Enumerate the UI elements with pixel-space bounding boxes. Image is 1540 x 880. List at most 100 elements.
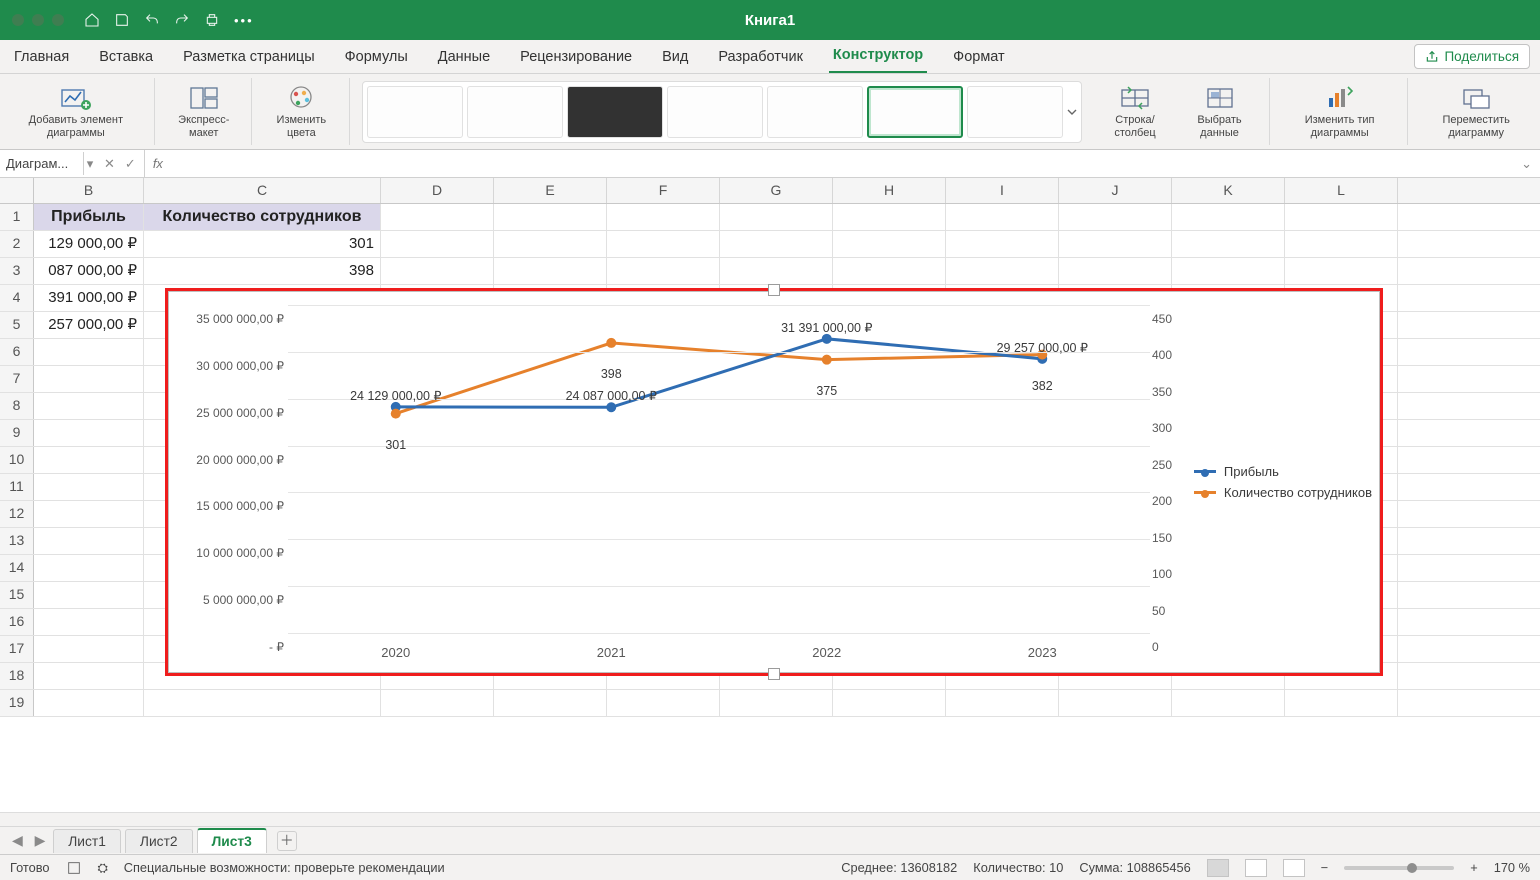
cell[interactable] <box>607 204 720 230</box>
row-header[interactable]: 4 <box>0 285 34 311</box>
col-header-F[interactable]: F <box>607 178 720 203</box>
col-header-K[interactable]: K <box>1172 178 1285 203</box>
cell[interactable] <box>1059 258 1172 284</box>
cell[interactable] <box>720 231 833 257</box>
style-thumb-5[interactable] <box>767 86 863 138</box>
namebox-dropdown-icon[interactable]: ▾ <box>84 156 96 172</box>
tab-view[interactable]: Вид <box>658 43 692 73</box>
cell[interactable] <box>494 690 607 716</box>
sheet-nav-prev-icon[interactable]: ◀ <box>8 833 27 849</box>
cell[interactable] <box>1172 690 1285 716</box>
cell[interactable] <box>1059 204 1172 230</box>
add-chart-element-button[interactable]: Добавить элемент диаграммы <box>8 78 155 145</box>
home-icon[interactable] <box>84 12 100 28</box>
cell[interactable] <box>34 366 144 392</box>
cell[interactable] <box>34 555 144 581</box>
row-header[interactable]: 5 <box>0 312 34 338</box>
switch-row-col-button[interactable]: Строка/столбец <box>1098 78 1172 145</box>
cell[interactable] <box>1285 231 1398 257</box>
cell[interactable] <box>34 609 144 635</box>
style-thumb-6-selected[interactable] <box>867 86 963 138</box>
accessibility-icon[interactable]: ⛭ <box>98 860 108 876</box>
tab-chart-design[interactable]: Конструктор <box>829 41 927 73</box>
zoom-in-button[interactable]: + <box>1470 860 1477 875</box>
row-header[interactable]: 8 <box>0 393 34 419</box>
cell[interactable] <box>34 690 144 716</box>
cell[interactable]: Прибыль <box>34 204 144 230</box>
cell[interactable] <box>34 636 144 662</box>
cell[interactable] <box>833 258 946 284</box>
sheet-tab-1[interactable]: Лист1 <box>53 829 121 853</box>
chart-object[interactable]: - ₽5 000 000,00 ₽10 000 000,00 ₽15 000 0… <box>165 288 1383 676</box>
cell[interactable] <box>494 258 607 284</box>
cell[interactable] <box>1059 690 1172 716</box>
redo-icon[interactable] <box>174 12 190 28</box>
change-colors-button[interactable]: Изменить цвета <box>264 78 350 145</box>
row-header[interactable]: 19 <box>0 690 34 716</box>
style-thumb-3[interactable] <box>567 86 663 138</box>
zoom-slider[interactable] <box>1344 866 1454 870</box>
cell[interactable] <box>946 204 1059 230</box>
cell[interactable] <box>833 690 946 716</box>
cell[interactable]: 257 000,00 ₽ <box>34 312 144 338</box>
cancel-icon[interactable]: ✕ <box>104 156 115 172</box>
view-page-layout-button[interactable] <box>1245 859 1267 877</box>
cell[interactable] <box>720 204 833 230</box>
name-box[interactable]: Диаграм... <box>0 152 84 175</box>
cell[interactable] <box>494 231 607 257</box>
tab-data[interactable]: Данные <box>434 43 494 73</box>
accessibility-text[interactable]: Специальные возможности: проверьте реком… <box>124 860 445 875</box>
tab-insert[interactable]: Вставка <box>95 43 157 73</box>
cell[interactable] <box>34 447 144 473</box>
col-header-G[interactable]: G <box>720 178 833 203</box>
cell[interactable] <box>34 528 144 554</box>
cell[interactable] <box>833 204 946 230</box>
chart-styles-gallery[interactable] <box>362 81 1082 143</box>
cell[interactable] <box>381 258 494 284</box>
cell[interactable] <box>607 258 720 284</box>
cell[interactable]: 301 <box>144 231 381 257</box>
horizontal-scrollbar[interactable] <box>0 812 1540 826</box>
min-dot[interactable] <box>32 14 44 26</box>
cell[interactable] <box>1172 204 1285 230</box>
cell[interactable] <box>946 690 1059 716</box>
quick-layout-button[interactable]: Экспресс-макет <box>167 78 252 145</box>
row-header[interactable]: 10 <box>0 447 34 473</box>
add-sheet-button[interactable]: ＋ <box>277 831 297 851</box>
col-header-J[interactable]: J <box>1059 178 1172 203</box>
style-thumb-1[interactable] <box>367 86 463 138</box>
cell[interactable] <box>34 663 144 689</box>
cell[interactable] <box>1285 690 1398 716</box>
cell[interactable] <box>144 690 381 716</box>
cell[interactable]: 391 000,00 ₽ <box>34 285 144 311</box>
view-page-break-button[interactable] <box>1283 859 1305 877</box>
gallery-more-icon[interactable] <box>1067 107 1077 117</box>
cell[interactable] <box>34 474 144 500</box>
tab-chart-format[interactable]: Формат <box>949 43 1009 73</box>
row-header[interactable]: 2 <box>0 231 34 257</box>
style-thumb-2[interactable] <box>467 86 563 138</box>
close-dot[interactable] <box>12 14 24 26</box>
cell[interactable] <box>1059 231 1172 257</box>
cell[interactable] <box>34 339 144 365</box>
row-header[interactable]: 3 <box>0 258 34 284</box>
col-header-L[interactable]: L <box>1285 178 1398 203</box>
sheet-tab-3[interactable]: Лист3 <box>197 828 267 853</box>
col-header-B[interactable]: B <box>34 178 144 203</box>
col-header-D[interactable]: D <box>381 178 494 203</box>
col-header-C[interactable]: C <box>144 178 381 203</box>
move-chart-button[interactable]: Переместить диаграмму <box>1420 78 1532 145</box>
cell[interactable]: 129 000,00 ₽ <box>34 231 144 257</box>
row-header[interactable]: 6 <box>0 339 34 365</box>
cell[interactable] <box>1172 231 1285 257</box>
cell[interactable]: 398 <box>144 258 381 284</box>
cell[interactable] <box>381 690 494 716</box>
style-thumb-7[interactable] <box>967 86 1063 138</box>
cell[interactable] <box>34 501 144 527</box>
view-normal-button[interactable] <box>1207 859 1229 877</box>
row-header[interactable]: 14 <box>0 555 34 581</box>
col-header-E[interactable]: E <box>494 178 607 203</box>
formula-expand-icon[interactable]: ⌄ <box>1513 156 1540 172</box>
cell[interactable] <box>720 258 833 284</box>
row-header[interactable]: 17 <box>0 636 34 662</box>
